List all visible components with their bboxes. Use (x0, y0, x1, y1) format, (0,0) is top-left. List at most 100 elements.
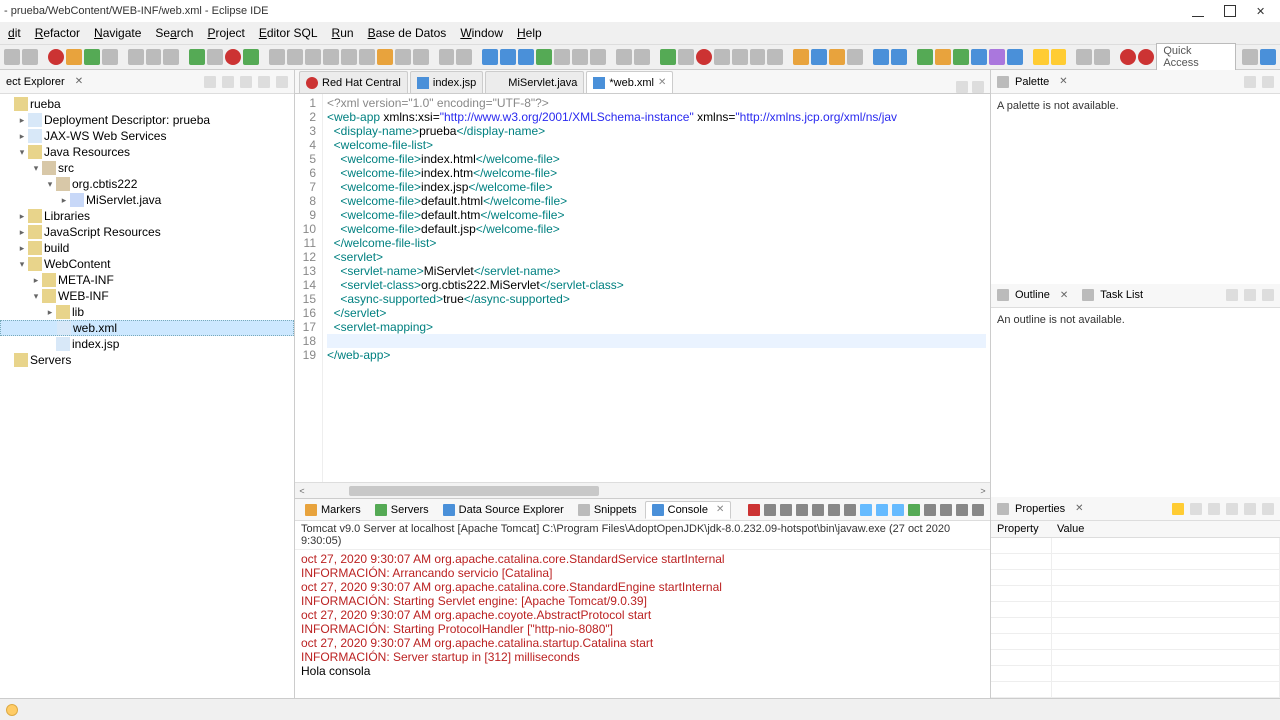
collapse-all-icon[interactable] (222, 76, 234, 88)
toolbar-button[interactable] (989, 49, 1005, 65)
editor-tab--web-xml[interactable]: *web.xml✕ (586, 71, 673, 93)
toolbar-button[interactable] (829, 49, 845, 65)
toolbar-button[interactable] (714, 49, 730, 65)
perspective-button[interactable] (1242, 49, 1258, 65)
console-action-icon[interactable] (828, 504, 840, 516)
toolbar-button[interactable] (225, 49, 241, 65)
tree-node-java-resources[interactable]: ▾Java Resources (0, 144, 294, 160)
toolbar-button[interactable] (536, 49, 552, 65)
toolbar-button[interactable] (1094, 49, 1110, 65)
toolbar-button[interactable] (1051, 49, 1067, 65)
toolbar-button[interactable] (287, 49, 303, 65)
scroll-left-icon[interactable]: < (295, 486, 309, 496)
close-palette-icon[interactable]: ✕ (1059, 76, 1067, 87)
toolbar-button[interactable] (750, 49, 766, 65)
toolbar-button[interactable] (456, 49, 472, 65)
maximize-button[interactable] (1224, 5, 1236, 17)
toolbar-button[interactable] (66, 49, 82, 65)
tree-node-miservlet-java[interactable]: ▸MiServlet.java (0, 192, 294, 208)
toolbar-button[interactable] (269, 49, 285, 65)
prop-action-1-icon[interactable] (1172, 503, 1184, 515)
prop-action-3-icon[interactable] (1208, 503, 1220, 515)
toolbar-button[interactable] (439, 49, 455, 65)
menu-search[interactable]: Search (149, 24, 199, 42)
toolbar-button[interactable] (500, 49, 516, 65)
editor-minimize-icon[interactable] (956, 81, 968, 93)
toolbar-button[interactable] (590, 49, 606, 65)
maximize-properties-icon[interactable] (1262, 503, 1274, 515)
tasklist-tab[interactable]: Task List (1100, 289, 1143, 301)
tree-node-web-xml[interactable]: web.xml (0, 320, 294, 336)
tree-node-jax-ws-web-services[interactable]: ▸JAX-WS Web Services (0, 128, 294, 144)
close-outline-icon[interactable]: ✕ (1060, 290, 1068, 301)
toolbar-button[interactable] (660, 49, 676, 65)
editor-maximize-icon[interactable] (972, 81, 984, 93)
toolbar-button[interactable] (4, 49, 20, 65)
toolbar-button[interactable] (953, 49, 969, 65)
toolbar-button[interactable] (413, 49, 429, 65)
toolbar-button[interactable] (102, 49, 118, 65)
menu-run[interactable]: Run (326, 24, 360, 42)
xml-editor[interactable]: 12345678910111213141516171819 <?xml vers… (295, 94, 990, 482)
prop-action-4-icon[interactable] (1226, 503, 1238, 515)
toolbar-button[interactable] (146, 49, 162, 65)
tree-node-org-cbtis222[interactable]: ▾org.cbtis222 (0, 176, 294, 192)
toolbar-button[interactable] (678, 49, 694, 65)
console-action-icon[interactable] (796, 504, 808, 516)
editor-hscrollbar[interactable]: < > (295, 482, 990, 498)
tree-node-meta-inf[interactable]: ▸META-INF (0, 272, 294, 288)
toolbar-button[interactable] (554, 49, 570, 65)
toolbar-button[interactable] (873, 49, 889, 65)
properties-table[interactable]: PropertyValue (991, 521, 1280, 698)
toolbar-button[interactable] (971, 49, 987, 65)
console-action-icon[interactable] (892, 504, 904, 516)
tree-node-javascript-resources[interactable]: ▸JavaScript Resources (0, 224, 294, 240)
toolbar-button[interactable] (395, 49, 411, 65)
view-menu-icon[interactable] (240, 76, 252, 88)
toolbar-button[interactable] (243, 49, 259, 65)
toolbar-button[interactable] (163, 49, 179, 65)
toolbar-button[interactable] (634, 49, 650, 65)
toolbar-button[interactable] (793, 49, 809, 65)
toolbar-button[interactable] (48, 49, 64, 65)
code-area[interactable]: <?xml version="1.0" encoding="UTF-8"?><w… (323, 94, 990, 482)
console-action-icon[interactable] (764, 504, 776, 516)
toolbar-button[interactable] (207, 49, 223, 65)
close-window-button[interactable]: ✕ (1256, 5, 1268, 17)
maximize-outline-icon[interactable] (1262, 289, 1274, 301)
console-action-icon[interactable] (844, 504, 856, 516)
toolbar-button[interactable] (616, 49, 632, 65)
tree-node-index-jsp[interactable]: index.jsp (0, 336, 294, 352)
bottom-tab-servers[interactable]: Servers (369, 502, 435, 518)
tab-close-icon[interactable]: ✕ (716, 504, 724, 515)
toolbar-button[interactable] (359, 49, 375, 65)
toolbar-button[interactable] (572, 49, 588, 65)
console-action-icon[interactable] (924, 504, 936, 516)
tree-node-webcontent[interactable]: ▾WebContent (0, 256, 294, 272)
minimize-button[interactable] (1192, 5, 1204, 17)
console-action-icon[interactable] (876, 504, 888, 516)
bottom-tab-markers[interactable]: Markers (299, 502, 367, 518)
bottom-tab-console[interactable]: Console✕ (645, 501, 732, 519)
toolbar-button[interactable] (1120, 49, 1136, 65)
bottom-tab-snippets[interactable]: Snippets (572, 502, 643, 518)
toolbar-button[interactable] (377, 49, 393, 65)
console-action-icon[interactable] (748, 504, 760, 516)
toolbar-button[interactable] (1007, 49, 1023, 65)
close-view-icon[interactable]: ✕ (75, 76, 83, 87)
close-properties-icon[interactable]: ✕ (1075, 503, 1083, 514)
menu-window[interactable]: Window (454, 24, 509, 42)
toolbar-button[interactable] (84, 49, 100, 65)
toolbar-button[interactable] (917, 49, 933, 65)
menu-dit[interactable]: dit (2, 24, 27, 42)
toolbar-button[interactable] (891, 49, 907, 65)
toolbar-button[interactable] (305, 49, 321, 65)
console-action-icon[interactable] (780, 504, 792, 516)
toolbar-button[interactable] (732, 49, 748, 65)
toolbar-button[interactable] (189, 49, 205, 65)
prop-col-value[interactable]: Value (1051, 521, 1280, 538)
tree-node-rueba[interactable]: rueba (0, 96, 294, 112)
toolbar-button[interactable] (323, 49, 339, 65)
toolbar-button[interactable] (696, 49, 712, 65)
toolbar-button[interactable] (935, 49, 951, 65)
